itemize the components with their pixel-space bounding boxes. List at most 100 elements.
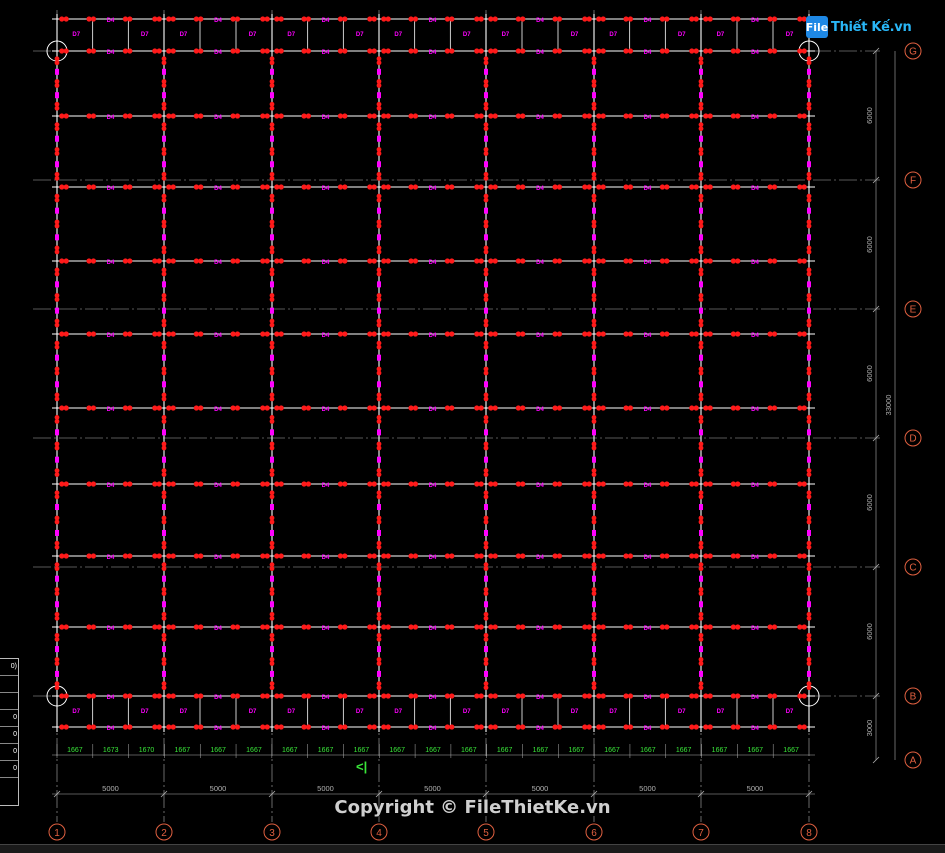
bolt	[54, 344, 60, 350]
bolt	[156, 184, 162, 190]
column-tag	[699, 429, 703, 436]
bolt	[269, 419, 275, 424]
legend-row	[0, 676, 18, 693]
bolt	[412, 724, 419, 730]
bolt	[269, 636, 275, 642]
bolt	[198, 693, 204, 699]
beam-tag: D4	[107, 626, 115, 632]
beam-tag: D4	[536, 695, 544, 701]
bolt	[127, 113, 133, 119]
column-tag	[377, 646, 381, 653]
bolt	[161, 396, 167, 402]
bolt	[591, 472, 597, 477]
bolt	[591, 60, 597, 66]
bolt	[54, 322, 60, 328]
bolt	[54, 591, 60, 596]
bolt	[63, 184, 69, 190]
bolt	[198, 553, 204, 559]
bolt	[483, 344, 489, 350]
bolt	[63, 624, 69, 630]
bolt	[664, 405, 670, 411]
bolt	[806, 297, 812, 302]
bolt	[305, 724, 312, 730]
bolt	[591, 223, 597, 229]
column-tag	[162, 601, 166, 608]
bolt	[735, 184, 741, 190]
bolt	[483, 151, 489, 156]
bolt	[264, 184, 270, 190]
column-tag	[55, 575, 59, 582]
column-tag	[484, 135, 488, 142]
column-tag	[377, 281, 381, 288]
bolt	[707, 693, 713, 699]
column-tag	[270, 92, 274, 99]
beam-tag: D4	[322, 483, 330, 489]
bolt	[600, 48, 606, 54]
bolt	[664, 724, 670, 730]
beam-tag: D4	[429, 115, 437, 121]
bolt	[492, 331, 498, 337]
bolt	[376, 591, 382, 596]
bolt	[90, 481, 97, 487]
bolt	[161, 151, 167, 156]
column-tag	[699, 234, 703, 241]
beam-tag: D4	[536, 626, 544, 632]
column-tag	[55, 161, 59, 168]
bolt	[198, 724, 204, 730]
bolt	[591, 615, 597, 621]
column-tag	[377, 529, 381, 536]
bolt	[156, 16, 162, 22]
bolt	[801, 724, 807, 730]
column-tag	[162, 429, 166, 436]
bolt	[771, 48, 778, 54]
bolt	[54, 494, 60, 500]
beam-tag: D4	[322, 726, 330, 732]
bolt	[90, 16, 97, 22]
bolt	[586, 724, 592, 730]
cad-drawing-canvas: D4D7 D7D4D7 D7D4D7 D7D4D7 D7D4D7 D7D4D7 D7D4D7…	[33, 10, 922, 841]
joist-tag: D7	[502, 709, 510, 715]
bolt	[478, 16, 484, 22]
bolt	[156, 48, 162, 54]
column-tag	[377, 92, 381, 99]
row-dimension: 6000	[865, 236, 874, 253]
column-tag	[377, 234, 381, 241]
column-tag	[162, 456, 166, 463]
bolt	[698, 591, 704, 596]
beam-tag: D4	[214, 555, 222, 561]
beam-tag: D4	[322, 407, 330, 413]
column-label: 1	[54, 828, 60, 839]
bolt	[707, 48, 713, 54]
beam-tag: D4	[429, 555, 437, 561]
bolt	[591, 661, 597, 666]
column-tag	[377, 381, 381, 388]
bolt	[54, 297, 60, 302]
bolt	[735, 48, 741, 54]
bolt	[161, 544, 167, 550]
bolt	[342, 16, 348, 22]
sub-dimension: 1667	[389, 747, 405, 754]
bolt	[664, 113, 670, 119]
column-tag	[377, 207, 381, 214]
sub-dimension: 1667	[210, 747, 226, 754]
bolt	[735, 693, 741, 699]
beam-tag: D4	[536, 726, 544, 732]
bolt	[492, 481, 498, 487]
beam-tag: D4	[751, 50, 759, 56]
bolt	[806, 322, 812, 328]
joist-tag: D7	[356, 709, 364, 715]
bolt	[376, 126, 382, 132]
bolt	[371, 481, 377, 487]
bolt	[63, 331, 69, 337]
legend-row	[0, 693, 18, 710]
column-tag	[270, 575, 274, 582]
column-tag	[699, 354, 703, 361]
bolt	[492, 553, 498, 559]
bolt	[698, 83, 704, 88]
column-tag	[377, 307, 381, 314]
column-label: 3	[269, 828, 275, 839]
bolt	[627, 48, 634, 54]
bolt	[735, 16, 741, 22]
bolt	[170, 113, 176, 119]
column-tag	[377, 504, 381, 511]
